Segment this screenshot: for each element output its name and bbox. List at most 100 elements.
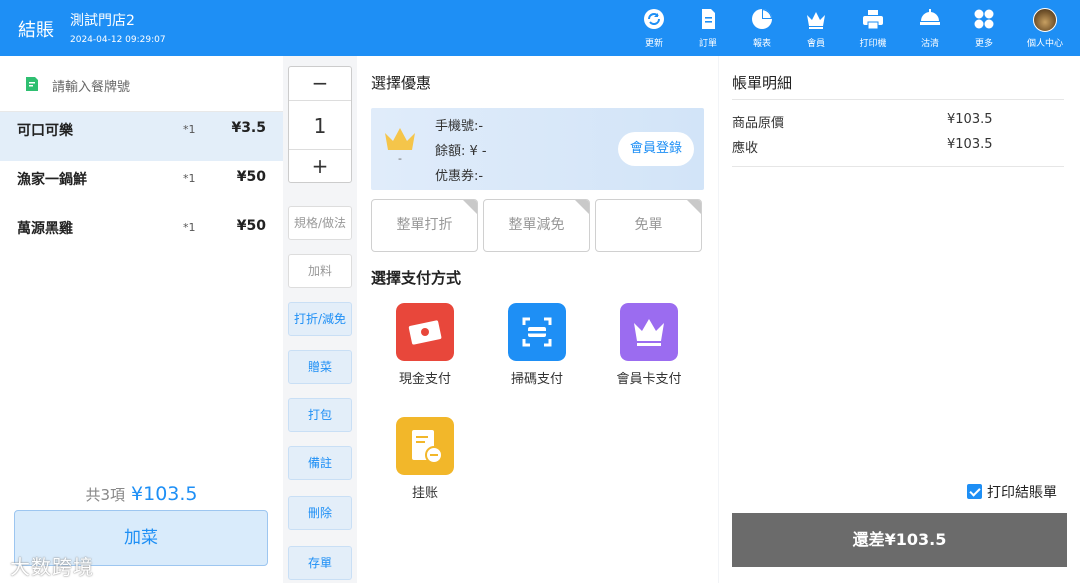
member-login-button[interactable]: 會員登錄 (618, 132, 694, 166)
print-receipt-checkbox[interactable]: 打印結賬單 (967, 482, 1057, 502)
member-info: 手機號:- 餘額: ¥ - 优惠券:- (435, 114, 487, 189)
whole-order-reduction-label: 整單減免 (508, 217, 565, 233)
nav-members-label: 會員 (806, 39, 825, 49)
grid-icon (974, 9, 994, 29)
item-price: ¥50 (236, 218, 266, 234)
datetime: 2024-04-12 09:29:07 (70, 35, 166, 45)
nav-printer[interactable]: 打印機 (850, 8, 896, 52)
scan-payment-label: 掃碼支付 (510, 372, 563, 387)
scan-payment-button[interactable]: 掃碼支付 (492, 303, 582, 387)
cash-payment-button[interactable]: 現金支付 (380, 303, 470, 387)
gift-dish-button[interactable]: 贈菜 (288, 350, 352, 384)
corner-mark (687, 200, 701, 214)
takeaway-button[interactable]: 打包 (288, 398, 352, 432)
store-name: 測試門店2 (70, 13, 135, 29)
bill-panel: 帳單明細 商品原價 ¥103.5 應收 ¥103.5 打印結賬單 還差¥103.… (719, 56, 1080, 583)
add-topping-button[interactable]: 加料 (288, 254, 352, 288)
member-card-payment-label: 會員卡支付 (616, 372, 682, 387)
item-qty: *1 (183, 123, 196, 136)
member-card-payment-button[interactable]: 會員卡支付 (604, 303, 694, 387)
credit-account-label: 挂账 (411, 486, 438, 501)
nav-more-label: 更多 (974, 39, 993, 49)
order-item[interactable]: 漁家一鍋鮮 *1 ¥50 (0, 161, 283, 210)
item-qty: *1 (183, 221, 196, 234)
nav-sold-out[interactable]: 沽清 (907, 8, 953, 52)
member-card-icon (620, 303, 678, 361)
delete-button[interactable]: 刪除 (288, 496, 352, 530)
member-balance: 餘額: ¥ - (435, 144, 487, 159)
member-level: - (381, 126, 419, 165)
nav-refresh[interactable]: 更新 (631, 8, 677, 52)
order-item[interactable]: 可口可樂 *1 ¥3.5 (0, 112, 283, 161)
watermark: 大数跨境 (10, 555, 94, 579)
scan-icon (508, 303, 566, 361)
member-card: - 手機號:- 餘額: ¥ - 优惠券:- 會員登錄 (371, 108, 704, 190)
nav-members[interactable]: 會員 (793, 8, 839, 52)
cash-payment-label: 現金支付 (398, 372, 451, 387)
avatar-icon (1033, 8, 1057, 32)
sold-out-icon (920, 9, 940, 25)
member-level-text: - (398, 152, 402, 165)
credit-account-icon (396, 417, 454, 475)
cash-icon (396, 303, 454, 361)
divider (732, 99, 1064, 100)
save-order-button[interactable]: 存單 (288, 546, 352, 580)
bill-row-value: ¥103.5 (947, 137, 993, 152)
print-receipt-label: 打印結賬單 (987, 485, 1057, 501)
nav-orders-label: 訂單 (698, 39, 717, 49)
checkbox-checked-icon (967, 484, 982, 499)
quantity-value: 1 (289, 100, 351, 150)
increment-button[interactable]: + (289, 150, 351, 183)
quantity-stepper: − 1 + (288, 66, 352, 183)
nav-refresh-label: 更新 (644, 39, 663, 49)
discount-button[interactable]: 打折/減免 (288, 302, 352, 336)
checkout-options: 選擇優惠 - 手機號:- 餘額: ¥ - 优惠券:- 會員登錄 整單打折 整單減… (357, 56, 718, 583)
whole-order-discount-button[interactable]: 整單打折 (371, 199, 478, 252)
free-order-label: 免單 (634, 217, 663, 233)
order-summary: 共3項 ¥103.5 (0, 483, 283, 505)
pie-chart-icon (752, 9, 772, 29)
top-bar: 結賬 測試門店2 2024-04-12 09:29:07 更新 訂單 報表 會員… (0, 0, 1080, 56)
nav-sold-out-label: 沽清 (920, 39, 939, 49)
item-qty: *1 (183, 172, 196, 185)
item-name: 萬源黑雞 (17, 221, 73, 237)
nav-orders[interactable]: 訂單 (685, 8, 731, 52)
order-total: ¥103.5 (131, 483, 198, 505)
note-button[interactable]: 備註 (288, 446, 352, 480)
spec-button[interactable]: 規格/做法 (288, 206, 352, 240)
item-count: 共3項 (85, 486, 126, 504)
item-actions-column: − 1 + 規格/做法 加料 打折/減免 贈菜 打包 備註 刪除 存單 (283, 56, 357, 583)
item-price: ¥50 (236, 169, 266, 185)
item-name: 可口可樂 (17, 123, 73, 139)
bill-heading: 帳單明細 (732, 74, 793, 92)
bill-row-label: 應收 (732, 141, 759, 156)
bill-row-label: 商品原價 (732, 116, 785, 131)
pay-remaining-button[interactable]: 還差¥103.5 (732, 513, 1067, 567)
refresh-icon (644, 9, 664, 29)
nav-reports-label: 報表 (752, 39, 771, 49)
nav-reports[interactable]: 報表 (739, 8, 785, 52)
page-title: 結賬 (18, 20, 54, 41)
nav-profile[interactable]: 個人中心 (1022, 8, 1068, 52)
decrement-button[interactable]: − (289, 67, 351, 100)
item-price: ¥3.5 (231, 120, 266, 136)
whole-order-discount-label: 整單打折 (396, 217, 453, 233)
divider (732, 166, 1064, 167)
document-icon (702, 9, 715, 29)
free-order-button[interactable]: 免單 (595, 199, 702, 252)
nav-profile-label: 個人中心 (1026, 39, 1063, 49)
order-item[interactable]: 萬源黑雞 *1 ¥50 (0, 210, 283, 259)
whole-order-reduction-button[interactable]: 整單減免 (483, 199, 590, 252)
corner-mark (463, 200, 477, 214)
order-panel: 請輸入餐牌號 可口可樂 *1 ¥3.5 漁家一鍋鮮 *1 ¥50 萬源黑雞 *1… (0, 56, 283, 583)
crown-icon (807, 12, 825, 29)
credit-account-button[interactable]: 挂账 (380, 417, 470, 501)
corner-mark (575, 200, 589, 214)
member-phone: 手機號:- (435, 119, 484, 134)
table-number-input[interactable]: 請輸入餐牌號 (0, 56, 283, 112)
nav-more[interactable]: 更多 (961, 8, 1007, 52)
table-number-placeholder: 請輸入餐牌號 (52, 80, 131, 95)
edit-note-icon (26, 77, 38, 91)
crown-icon (385, 128, 415, 150)
member-coupon: 优惠券:- (435, 169, 484, 184)
